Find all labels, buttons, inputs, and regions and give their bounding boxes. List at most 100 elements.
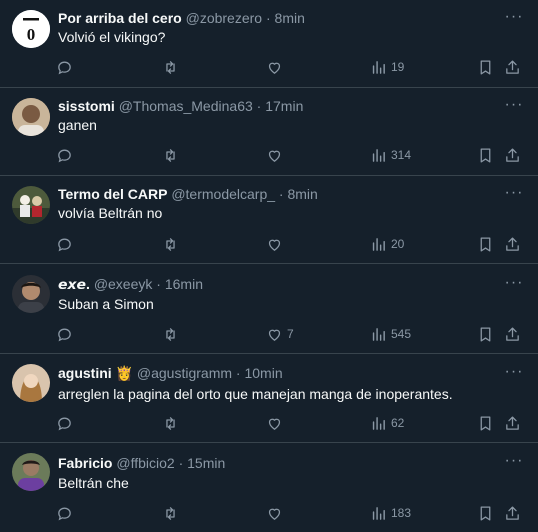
share-button[interactable] (504, 323, 521, 345)
like-button[interactable] (266, 502, 287, 524)
share-icon (506, 505, 519, 520)
action-bar: 183 (0, 502, 538, 524)
views-button[interactable]: 20 (370, 233, 404, 255)
view-count: 183 (391, 506, 412, 520)
timestamp[interactable]: 17min (265, 98, 303, 114)
tweet[interactable]: sisstomi @Thomas_Medina63 · 17min ··· ga… (0, 88, 538, 176)
retweet-icon (166, 237, 175, 251)
avatar[interactable]: 0 (12, 10, 50, 48)
tweet-header: Termo del CARP @termodelcarp_ · 8min (58, 184, 498, 204)
avatar[interactable] (12, 98, 50, 136)
bookmark-icon (480, 59, 491, 75)
more-icon[interactable]: ··· (504, 9, 524, 30)
more-icon[interactable]: ··· (504, 185, 524, 206)
tweet-text: Suban a Simon (58, 296, 154, 312)
views-button[interactable]: 314 (370, 144, 411, 166)
timestamp[interactable]: 8min (275, 10, 305, 26)
share-icon (506, 326, 519, 341)
reply-button[interactable] (56, 56, 73, 78)
author-name[interactable]: Termo del CARP (58, 186, 167, 202)
bookmark-button[interactable] (477, 412, 494, 434)
avatar[interactable] (12, 364, 50, 402)
more-icon[interactable]: ··· (504, 453, 524, 474)
reply-button[interactable] (56, 412, 73, 434)
view-count: 20 (391, 237, 405, 251)
separator-dot: · (256, 98, 262, 114)
like-button[interactable] (266, 412, 287, 434)
reply-icon (58, 238, 71, 251)
retweet-button[interactable] (162, 233, 179, 255)
reply-button[interactable] (56, 144, 73, 166)
timestamp[interactable]: 8min (287, 186, 317, 202)
views-button[interactable]: 183 (370, 502, 411, 524)
more-icon[interactable]: ··· (504, 364, 524, 385)
views-icon (372, 506, 385, 520)
action-bar: 19 (0, 56, 538, 78)
author-handle[interactable]: @agustigramm (137, 365, 232, 381)
timestamp[interactable]: 16min (165, 276, 203, 292)
bookmark-icon (480, 326, 491, 342)
reply-icon (58, 417, 71, 430)
author-name[interactable]: Por arriba del cero (58, 10, 182, 26)
share-button[interactable] (504, 412, 521, 434)
author-handle[interactable]: @exeeyk (94, 276, 153, 292)
separator-dot: · (156, 276, 161, 292)
author-name[interactable]: 𝙚𝙭𝙚. (58, 276, 90, 292)
avatar[interactable] (12, 453, 50, 491)
reply-button[interactable] (56, 233, 73, 255)
retweet-button[interactable] (162, 56, 179, 78)
bookmark-button[interactable] (477, 233, 494, 255)
share-icon (506, 415, 519, 430)
bookmark-button[interactable] (477, 144, 494, 166)
view-count: 545 (391, 327, 412, 341)
views-button[interactable]: 545 (370, 323, 411, 345)
author-name[interactable]: Fabricio (58, 455, 112, 471)
reply-icon (58, 507, 71, 520)
tweet[interactable]: agustini 👸 @agustigramm · 10min ··· arre… (0, 354, 538, 443)
author-handle[interactable]: @termodelcarp_ (171, 186, 275, 202)
author-handle[interactable]: @Thomas_Medina63 (119, 98, 253, 114)
share-button[interactable] (504, 502, 521, 524)
like-button[interactable] (266, 144, 287, 166)
retweet-button[interactable] (162, 144, 179, 166)
reply-button[interactable] (56, 502, 73, 524)
tweet[interactable]: 0 Por arriba del cero @zobrezero · 8min … (0, 0, 538, 88)
like-button[interactable]: 7 (266, 323, 294, 345)
share-button[interactable] (504, 56, 521, 78)
author-handle[interactable]: @zobrezero (186, 10, 262, 26)
tweet-header: Por arriba del cero @zobrezero · 8min (58, 8, 498, 28)
avatar[interactable] (12, 275, 50, 313)
bookmark-button[interactable] (477, 56, 494, 78)
share-button[interactable] (504, 144, 521, 166)
retweet-icon (166, 148, 175, 162)
author-handle[interactable]: @ffbicio2 (116, 455, 174, 471)
views-button[interactable]: 62 (370, 412, 404, 434)
bookmark-button[interactable] (477, 502, 494, 524)
reply-button[interactable] (56, 323, 73, 345)
views-icon (372, 416, 385, 430)
share-icon (506, 236, 519, 251)
share-button[interactable] (504, 233, 521, 255)
tweet[interactable]: 𝙚𝙭𝙚. @exeeyk · 16min ··· Suban a Simon 7… (0, 264, 538, 354)
timestamp[interactable]: 15min (187, 455, 225, 471)
more-icon[interactable]: ··· (504, 275, 524, 296)
like-icon (268, 150, 281, 162)
retweet-icon (166, 506, 175, 520)
author-name[interactable]: sisstomi (58, 98, 115, 114)
action-bar: 62 (0, 412, 538, 434)
timestamp[interactable]: 10min (244, 365, 282, 381)
avatar[interactable] (12, 186, 50, 224)
more-icon[interactable]: ··· (504, 97, 524, 118)
like-button[interactable] (266, 233, 287, 255)
like-button[interactable] (266, 56, 287, 78)
author-name[interactable]: agustini 👸 (58, 365, 133, 381)
share-icon (506, 59, 519, 74)
tweet[interactable]: Fabricio @ffbicio2 · 15min ··· Beltrán c… (0, 443, 538, 532)
reply-feed: 0 Por arriba del cero @zobrezero · 8min … (0, 0, 538, 532)
views-button[interactable]: 19 (370, 56, 404, 78)
retweet-button[interactable] (162, 412, 179, 434)
bookmark-button[interactable] (477, 323, 494, 345)
tweet[interactable]: Termo del CARP @termodelcarp_ · 8min ···… (0, 176, 538, 264)
retweet-button[interactable] (162, 502, 179, 524)
retweet-button[interactable] (162, 323, 179, 345)
